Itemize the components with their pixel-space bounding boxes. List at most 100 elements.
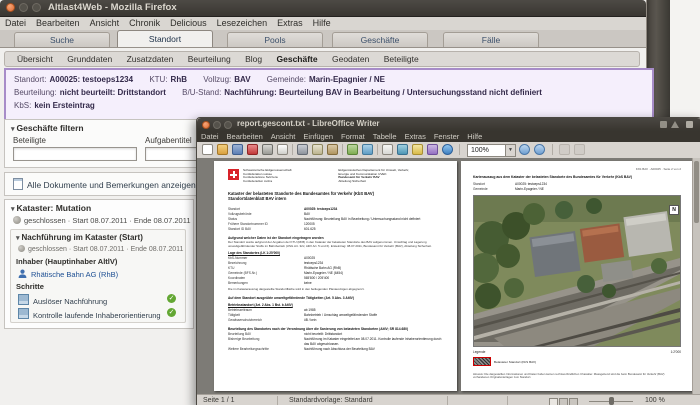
- inhaber-link[interactable]: Rhätische Bahn AG (RhB): [18, 269, 118, 279]
- info-label: Standort:: [14, 75, 47, 84]
- info-line-1: Standort: A00025: testoeps1234 KTU: RhB Vo…: [14, 73, 644, 86]
- map-scale: 1:2'000: [670, 350, 681, 354]
- nav-geodaten[interactable]: Geodaten: [332, 54, 369, 64]
- keyboard-indicator-icon[interactable]: [660, 121, 667, 128]
- menu-ansicht[interactable]: Ansicht: [85, 17, 125, 28]
- tab-standort[interactable]: Standort: [117, 30, 213, 47]
- minimize-button[interactable]: [19, 3, 28, 12]
- menu-ansicht[interactable]: Ansicht: [267, 131, 300, 142]
- save-icon[interactable]: [232, 144, 243, 155]
- menu-bearbeiten[interactable]: Bearbeiten: [223, 131, 267, 142]
- export-pdf-icon[interactable]: [247, 144, 258, 155]
- info-label: Beurteilung:: [14, 88, 57, 97]
- page-style[interactable]: Standardvorlage: Standard: [289, 397, 373, 404]
- menu-extras[interactable]: Extras: [401, 131, 430, 142]
- menu-einfuegen[interactable]: Einfügen: [299, 131, 337, 142]
- menu-tabelle[interactable]: Tabelle: [369, 131, 401, 142]
- kataster-mutation-box: ▾ Kataster: Mutation geschlossen · Start …: [4, 199, 194, 329]
- previous-page-button[interactable]: [519, 144, 530, 155]
- table-icon[interactable]: [382, 144, 393, 155]
- info-label: Vollzug:: [203, 75, 232, 84]
- menu-format[interactable]: Format: [337, 131, 369, 142]
- menu-fenster[interactable]: Fenster: [430, 131, 463, 142]
- document-area: Schweizerische Eidgenossenschaft Confédé…: [197, 158, 700, 394]
- step-row[interactable]: Kontrolle laufende Inhaberorientierung ✓: [18, 308, 181, 320]
- status-separator: [447, 396, 448, 405]
- swiss-flag-icon: [228, 169, 239, 180]
- close-button[interactable]: [202, 121, 210, 129]
- maximize-button[interactable]: [224, 121, 232, 129]
- nav-geschaefte-active[interactable]: Geschäfte: [277, 54, 318, 64]
- tab-pools[interactable]: Pools: [227, 32, 323, 47]
- legend-item: Belasteter Standort (KbS BAV): [473, 357, 681, 366]
- tab-suche[interactable]: Suche: [14, 32, 110, 47]
- paragraph: Die im Katasterauszug dargestellte Stand…: [228, 287, 365, 292]
- menu-datei[interactable]: Datei: [0, 17, 31, 28]
- menu-chronik[interactable]: Chronik: [124, 17, 165, 28]
- zoom-slider-thumb[interactable]: [609, 397, 614, 405]
- menu-lesezeichen[interactable]: Lesezeichen: [212, 17, 273, 28]
- toolbar-separator: [342, 144, 343, 155]
- kataster-header[interactable]: ▾ Kataster: Mutation: [11, 203, 91, 213]
- vertical-scrollbar[interactable]: [692, 158, 700, 394]
- nav-uebersicht[interactable]: Übersicht: [17, 54, 53, 64]
- cut-icon[interactable]: [297, 144, 308, 155]
- check-done-icon: ✓: [167, 294, 176, 303]
- status-closed-icon: [13, 216, 21, 224]
- zoom-combobox[interactable]: 100% ▼: [467, 144, 516, 157]
- undo-icon[interactable]: [347, 144, 358, 155]
- maximize-button[interactable]: [32, 3, 41, 12]
- close-button[interactable]: [6, 3, 15, 12]
- disclaimer-text: Hinweis: Die dargestellten Informationen…: [473, 372, 665, 380]
- gallery-icon[interactable]: [442, 144, 453, 155]
- info-value: RhB: [170, 75, 187, 84]
- next-page-button[interactable]: [534, 144, 545, 155]
- nav-beteiligte[interactable]: Beteiligte: [384, 54, 419, 64]
- sound-indicator-icon[interactable]: [671, 121, 679, 128]
- all-documents-link[interactable]: Alle Dokumente und Bemerkungen anzeigen: [13, 178, 196, 190]
- redo-icon[interactable]: [362, 144, 373, 155]
- tab-faelle[interactable]: Fälle: [443, 32, 539, 47]
- menu-hilfe[interactable]: Hilfe: [463, 131, 486, 142]
- scrollbar-thumb[interactable]: [694, 161, 699, 223]
- book-view-button[interactable]: [569, 397, 578, 405]
- menu-hilfe[interactable]: Hilfe: [308, 17, 336, 28]
- section-heading: Beurteilung des Standortes nach der Vero…: [228, 327, 409, 332]
- step-row[interactable]: Auslöser Nachführung ✓: [18, 294, 181, 306]
- info-line-2: Beurteilung: nicht beurteilt: Drittstando…: [14, 86, 644, 99]
- page-preview-icon[interactable]: [277, 144, 288, 155]
- status-separator: [277, 396, 278, 405]
- beteiligte-input[interactable]: [13, 147, 137, 161]
- session-indicator-icon[interactable]: [686, 121, 693, 128]
- navigator-icon[interactable]: [427, 144, 438, 155]
- window-title: Altlast4Web - Mozilla Firefox: [48, 2, 177, 13]
- section-nav: Übersicht Grunddaten Zusatzdaten Beurtei…: [4, 51, 640, 67]
- minimize-button[interactable]: [213, 121, 221, 129]
- filter-header[interactable]: ▾ Geschäfte filtern: [11, 123, 84, 133]
- section-heading-underlined: Betriebsstandort (Art. 2 Abs. 1 Bst. b A…: [228, 303, 293, 308]
- nav-beurteilung[interactable]: Beurteilung: [188, 54, 231, 64]
- find-replace-icon[interactable]: [412, 144, 423, 155]
- multi-page-view-button[interactable]: [559, 397, 568, 405]
- menu-bearbeiten[interactable]: Bearbeiten: [31, 17, 85, 28]
- new-document-icon[interactable]: [202, 144, 213, 155]
- field-label: Weitere Bearbeitungsschritte: [228, 347, 269, 352]
- nachfuehrung-header[interactable]: ▾ Nachführung im Kataster (Start): [16, 233, 143, 242]
- nav-grunddaten[interactable]: Grunddaten: [67, 54, 112, 64]
- nav-blog[interactable]: Blog: [245, 54, 262, 64]
- tab-geschaefte[interactable]: Geschäfte: [332, 32, 428, 47]
- single-page-view-button[interactable]: [549, 397, 558, 405]
- open-icon[interactable]: [217, 144, 228, 155]
- menu-delicious[interactable]: Delicious: [165, 17, 212, 28]
- desktop: Altlast4Web - Mozilla Firefox Datei Bearb…: [0, 0, 700, 405]
- hyperlink-icon[interactable]: [397, 144, 408, 155]
- print-icon[interactable]: [262, 144, 273, 155]
- paste-icon[interactable]: [327, 144, 338, 155]
- document-page-2: N KbS BAV · A00025 · Seite 2 von 2 Karte…: [461, 161, 693, 391]
- forward-button-disabled: [574, 144, 585, 155]
- copy-icon[interactable]: [312, 144, 323, 155]
- menu-datei[interactable]: Datei: [197, 131, 223, 142]
- menu-extras[interactable]: Extras: [272, 17, 308, 28]
- document-title: Kataster der belasteten Standorte des Bu…: [228, 190, 374, 201]
- nav-zusatzdaten[interactable]: Zusatzdaten: [127, 54, 174, 64]
